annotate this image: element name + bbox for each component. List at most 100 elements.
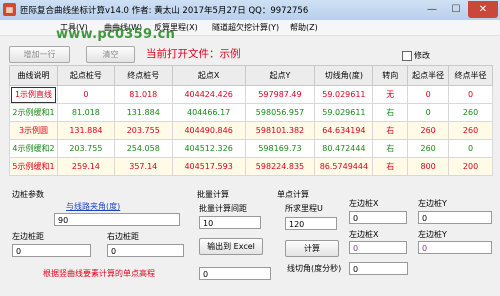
table-cell[interactable]: 260 — [448, 121, 493, 140]
table-cell[interactable]: 260 — [407, 121, 450, 140]
table-cell[interactable]: 右 — [372, 139, 409, 158]
app-icon: ▦ — [3, 3, 16, 16]
table-cell[interactable]: 404512.326 — [171, 139, 246, 158]
maximize-button[interactable]: ☐ — [444, 1, 468, 18]
export-excel-button[interactable]: 输出到 Excel — [199, 238, 263, 255]
table-cell[interactable]: 0 — [448, 139, 493, 158]
window-title: 匝际复合曲线坐标计算v14.0 作者: 黄太山 2017年5月27日 QQ：99… — [20, 6, 309, 16]
mileage-label: 所求里程U — [285, 204, 323, 213]
current-file-label: 当前打开文件：示例 — [146, 48, 241, 60]
table-cell[interactable]: 1示例直线 — [9, 85, 58, 104]
single-section-label: 单点计算 — [277, 190, 309, 199]
batch-section-label: 批量计算 — [197, 190, 229, 199]
table-cell[interactable]: 86.5749444 — [314, 157, 374, 176]
menu-help[interactable]: 帮助(Z) — [290, 22, 318, 33]
table-cell[interactable]: 右 — [372, 157, 409, 176]
table-cell[interactable]: 260 — [448, 103, 493, 122]
table-row[interactable]: 4示例缓和2 203.755 254.058 404512.326 598169.73 8… — [9, 139, 493, 158]
left-distance-field[interactable]: 0 — [12, 244, 91, 257]
right-distance-field[interactable]: 0 — [107, 244, 184, 257]
table-cell[interactable]: 0 — [407, 103, 450, 122]
column-header[interactable]: 转向 — [372, 65, 409, 86]
column-header[interactable]: 曲线说明 — [9, 65, 58, 86]
table-cell[interactable]: 无 — [372, 85, 409, 104]
table-cell[interactable]: 4示例缓和2 — [9, 139, 58, 158]
left-y-field-2[interactable]: 0 — [418, 241, 492, 254]
mileage-field[interactable]: 120 — [285, 217, 337, 230]
left-y-field-1[interactable]: 0 — [418, 211, 492, 224]
minimize-button[interactable]: — — [420, 1, 444, 18]
table-cell[interactable]: 131.884 — [113, 103, 173, 122]
table-cell[interactable]: 598101.382 — [244, 121, 316, 140]
left-y-label-2: 左边桩Y — [418, 230, 447, 239]
table-cell[interactable]: 0 — [407, 85, 450, 104]
calculate-button[interactable]: 计算 — [285, 240, 339, 257]
column-header[interactable]: 切线角(度) — [314, 65, 374, 86]
modify-checkbox[interactable] — [402, 51, 412, 61]
table-cell[interactable]: 80.472444 — [314, 139, 374, 158]
table-cell[interactable]: 81.018 — [113, 85, 173, 104]
modify-checkbox-label: 修改 — [414, 51, 430, 60]
table-cell[interactable]: 404466.17 — [171, 103, 246, 122]
table-row[interactable]: 3示例圆 131.884 203.755 404490.846 598101.382 64… — [9, 121, 493, 140]
table-row[interactable]: 5示例缓和1 259.14 357.14 404517.593 598224.835 86… — [9, 157, 493, 176]
table-cell[interactable]: 598224.835 — [244, 157, 316, 176]
left-x-label-2: 左边桩X — [349, 230, 379, 239]
column-header[interactable]: 终点桩号 — [113, 65, 173, 86]
table-cell[interactable]: 64.634194 — [314, 121, 374, 140]
table-cell[interactable]: 357.14 — [113, 157, 173, 176]
column-header[interactable]: 起点X — [171, 65, 246, 86]
table-cell[interactable]: 131.884 — [56, 121, 115, 140]
column-header[interactable]: 起点桩号 — [56, 65, 115, 86]
column-header[interactable]: 终点半径 — [448, 65, 493, 86]
left-y-label-1: 左边桩Y — [418, 199, 447, 208]
angle-field[interactable]: 90 — [54, 213, 180, 226]
elevation-field[interactable]: 0 — [199, 267, 271, 280]
table-cell[interactable]: 203.755 — [113, 121, 173, 140]
table-cell[interactable]: 右 — [372, 103, 409, 122]
watermark: www.pc0359.cn — [56, 27, 176, 42]
add-row-button[interactable]: 增加一行 — [9, 46, 70, 63]
table-cell[interactable]: 200 — [448, 157, 493, 176]
table-cell[interactable]: 800 — [407, 157, 450, 176]
column-header[interactable]: 起点半径 — [407, 65, 450, 86]
edge-section-label: 边桩参数 — [12, 190, 44, 199]
table-cell[interactable]: 3示例圆 — [9, 121, 58, 140]
curve-table: 曲线说明 起点桩号 终点桩号 起点X 起点Y 切线角(度) 转向 起点半径 终点… — [9, 65, 493, 176]
table-cell[interactable]: 203.755 — [56, 139, 115, 158]
table-cell[interactable]: 右 — [372, 121, 409, 140]
table-cell[interactable]: 598056.957 — [244, 103, 316, 122]
table-cell[interactable]: 2示例缓和1 — [9, 103, 58, 122]
table-header-row: 曲线说明 起点桩号 终点桩号 起点X 起点Y 切线角(度) 转向 起点半径 终点… — [9, 65, 493, 86]
table-cell[interactable]: 254.058 — [113, 139, 173, 158]
table-cell[interactable]: 59.029611 — [314, 103, 374, 122]
left-x-label-1: 左边桩X — [349, 199, 379, 208]
table-cell[interactable]: 597987.49 — [244, 85, 316, 104]
table-cell[interactable]: 404490.846 — [171, 121, 246, 140]
table-cell[interactable]: 260 — [407, 139, 450, 158]
right-distance-label: 右边桩距 — [107, 232, 139, 241]
left-x-field-1[interactable]: 0 — [349, 211, 407, 224]
elevation-label: 根据竖曲线要素计算的单点高程 — [43, 269, 155, 278]
left-distance-label: 左边桩距 — [12, 232, 44, 241]
table-row[interactable]: 1示例直线 0 81.018 404424.426 597987.49 59.029611… — [9, 85, 493, 104]
table-row[interactable]: 2示例缓和1 81.018 131.884 404466.17 598056.957 59… — [9, 103, 493, 122]
table-cell[interactable]: 404424.426 — [171, 85, 246, 104]
table-cell[interactable]: 404517.593 — [171, 157, 246, 176]
table-cell[interactable]: 598169.73 — [244, 139, 316, 158]
angle-link[interactable]: 与线路夹角(度) — [66, 201, 120, 212]
column-header[interactable]: 起点Y — [244, 65, 316, 86]
table-cell[interactable]: 5示例缓和1 — [9, 157, 58, 176]
table-cell[interactable]: 0 — [448, 85, 493, 104]
table-cell[interactable]: 59.029611 — [314, 85, 374, 104]
clear-button[interactable]: 清空 — [86, 46, 135, 63]
tangent-angle-field[interactable]: 0 — [349, 262, 408, 275]
batch-interval-field[interactable]: 10 — [199, 216, 261, 229]
tangent-angle-label: 线切角(度分秒) — [287, 264, 342, 273]
close-button[interactable]: ✕ — [468, 1, 498, 18]
table-cell[interactable]: 81.018 — [56, 103, 115, 122]
table-cell[interactable]: 0 — [56, 85, 115, 104]
left-x-field-2[interactable]: 0 — [349, 241, 407, 254]
menu-tunnel[interactable]: 隧道超欠挖计算(Y) — [212, 22, 279, 33]
table-cell[interactable]: 259.14 — [56, 157, 115, 176]
